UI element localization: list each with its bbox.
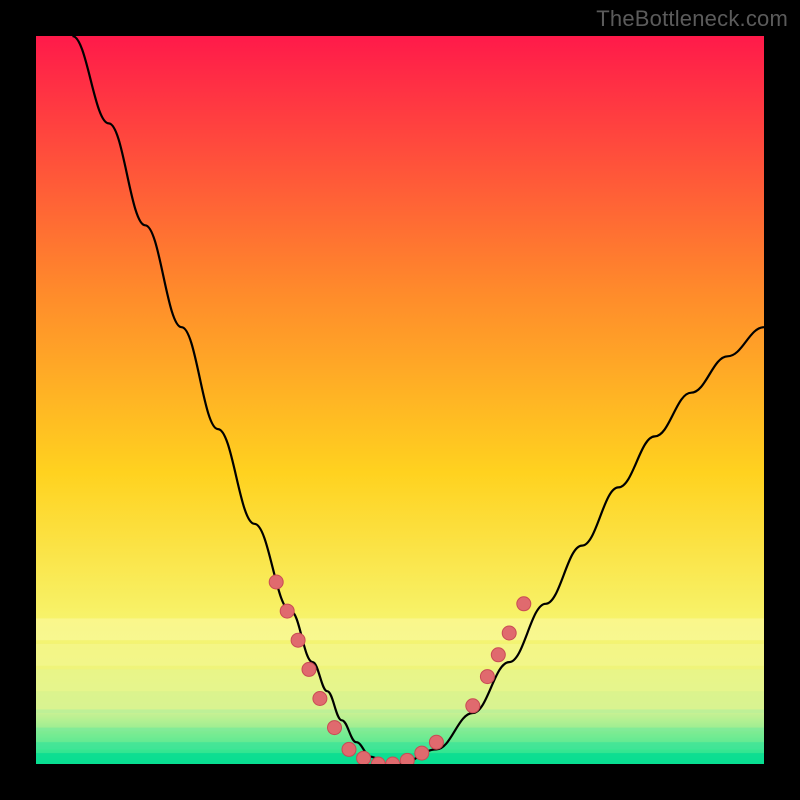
plot-area <box>36 36 764 764</box>
data-marker <box>291 633 305 647</box>
data-marker <box>502 626 516 640</box>
watermark-text: TheBottleneck.com <box>596 6 788 32</box>
data-marker <box>328 721 342 735</box>
data-marker <box>269 575 283 589</box>
data-marker <box>313 692 327 706</box>
data-marker <box>415 746 429 760</box>
chart-frame: TheBottleneck.com <box>0 0 800 800</box>
data-marker <box>357 751 371 764</box>
data-marker <box>302 662 316 676</box>
chart-svg <box>36 36 764 764</box>
data-marker <box>491 648 505 662</box>
data-marker <box>517 597 531 611</box>
data-marker <box>280 604 294 618</box>
data-marker <box>466 699 480 713</box>
data-marker <box>342 742 356 756</box>
data-marker <box>400 753 414 764</box>
data-marker <box>429 735 443 749</box>
data-marker <box>480 670 494 684</box>
